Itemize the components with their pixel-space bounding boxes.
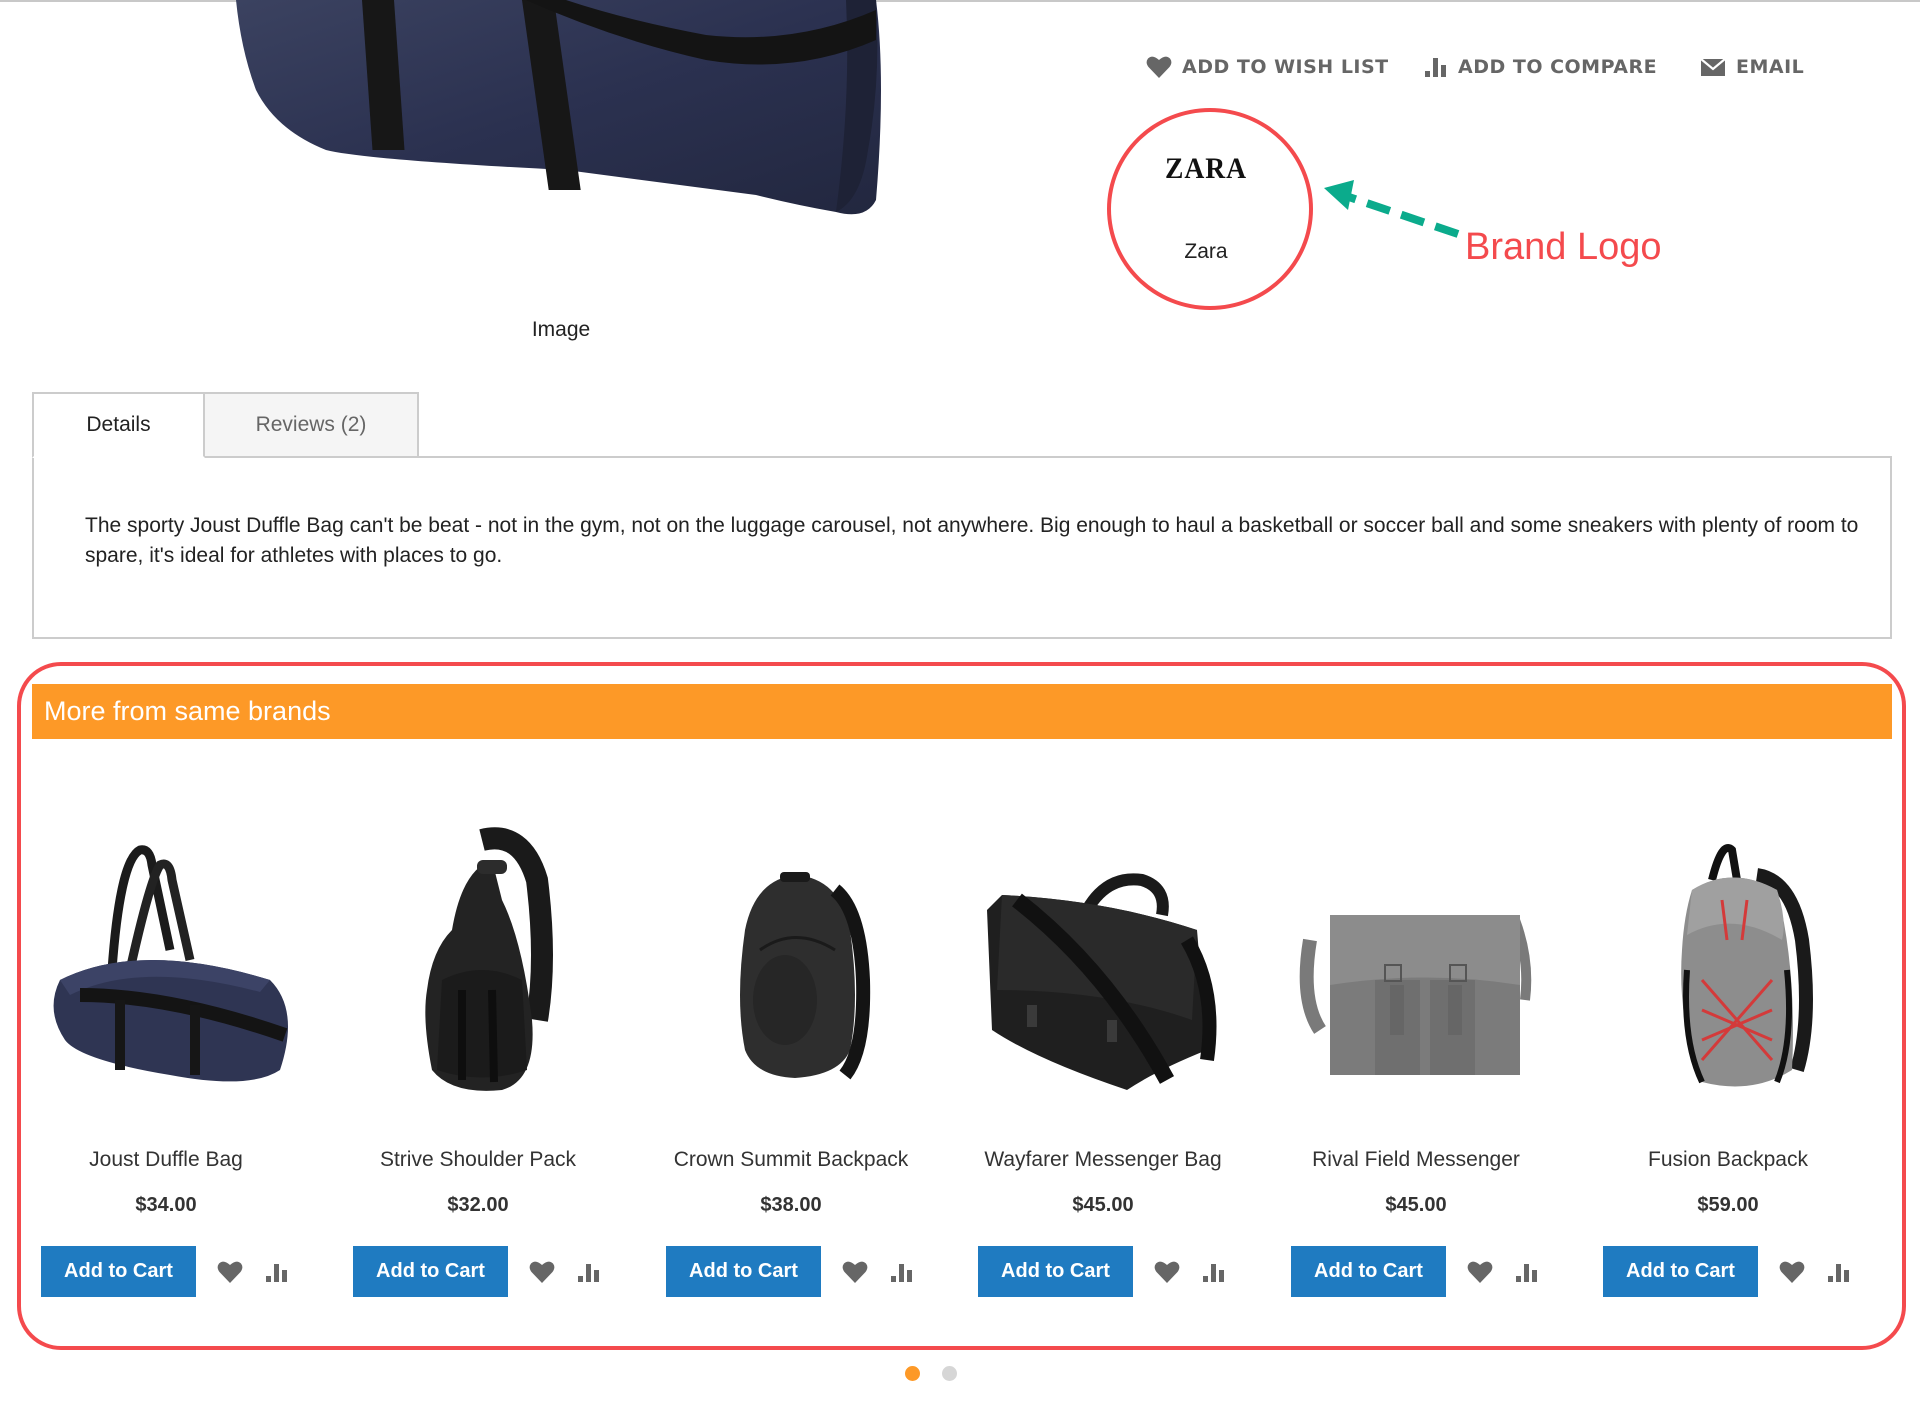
compare-icon[interactable] (1201, 1260, 1227, 1284)
fusion-backpack-image[interactable] (1582, 820, 1874, 1110)
compare-icon[interactable] (264, 1260, 290, 1284)
add-to-cart-button[interactable]: Add to Cart (1603, 1246, 1758, 1297)
product-card: Fusion Backpack $59.00 Add to Cart (1572, 820, 1884, 1310)
carousel-dot-1[interactable] (905, 1366, 920, 1381)
product-card: Wayfarer Messenger Bag $45.00 Add to Car… (947, 820, 1259, 1310)
product-card: Rival Field Messenger $45.00 Add to Cart (1260, 820, 1572, 1310)
product-name[interactable]: Wayfarer Messenger Bag (947, 1148, 1259, 1172)
add-to-wishlist-label: ADD TO WISH LIST (1182, 56, 1389, 78)
bar-chart-icon (1425, 58, 1446, 77)
brand-products-title: More from same brands (32, 684, 1892, 739)
email-label: EMAIL (1736, 56, 1805, 78)
add-to-cart-button[interactable]: Add to Cart (1291, 1246, 1446, 1297)
product-info-tabs: Details Reviews (2) (32, 392, 419, 458)
product-price: $34.00 (135, 1194, 197, 1216)
tab-details[interactable]: Details (32, 392, 205, 458)
wishlist-heart-icon[interactable] (1467, 1260, 1493, 1284)
wishlist-heart-icon[interactable] (842, 1260, 868, 1284)
carousel-pagination (905, 1366, 957, 1381)
product-name[interactable]: Fusion Backpack (1572, 1148, 1884, 1172)
messenger-bag-image[interactable] (957, 820, 1249, 1110)
product-name[interactable]: Joust Duffle Bag (10, 1148, 322, 1172)
brand-logo[interactable]: ZARA (1114, 152, 1298, 186)
brand-name[interactable]: Zara (1106, 240, 1306, 264)
add-to-compare-label: ADD TO COMPARE (1458, 56, 1658, 78)
product-name[interactable]: Strive Shoulder Pack (322, 1148, 634, 1172)
main-product-image[interactable] (236, 0, 886, 225)
product-price: $45.00 (1385, 1194, 1447, 1216)
wishlist-heart-icon[interactable] (217, 1260, 243, 1284)
backpack-image[interactable] (645, 820, 937, 1110)
product-price: $38.00 (760, 1194, 822, 1216)
brand-logo-highlight-circle (1107, 108, 1313, 310)
carousel-dot-2[interactable] (942, 1366, 957, 1381)
add-to-cart-button[interactable]: Add to Cart (41, 1246, 196, 1297)
wishlist-heart-icon[interactable] (529, 1260, 555, 1284)
product-card: Strive Shoulder Pack $32.00 Add to Cart (322, 820, 634, 1310)
envelope-icon (1700, 58, 1726, 76)
product-price: $45.00 (1072, 1194, 1134, 1216)
details-panel: The sporty Joust Duffle Bag can't be bea… (32, 456, 1892, 639)
field-messenger-image[interactable] (1270, 820, 1562, 1110)
product-description: The sporty Joust Duffle Bag can't be bea… (85, 514, 1859, 567)
heart-icon (1146, 56, 1172, 78)
compare-icon[interactable] (576, 1260, 602, 1284)
product-actions: ADD TO WISH LIST ADD TO COMPARE EMAIL (1146, 52, 1804, 82)
product-name[interactable]: Rival Field Messenger (1260, 1148, 1572, 1172)
compare-icon[interactable] (1826, 1260, 1852, 1284)
product-card: Crown Summit Backpack $38.00 Add to Cart (635, 820, 947, 1310)
wishlist-heart-icon[interactable] (1154, 1260, 1180, 1284)
product-price: $32.00 (447, 1194, 509, 1216)
image-caption: Image (531, 318, 591, 341)
add-to-wishlist-link[interactable]: ADD TO WISH LIST (1146, 55, 1424, 79)
tab-reviews[interactable]: Reviews (2) (203, 392, 419, 458)
add-to-compare-link[interactable]: ADD TO COMPARE (1424, 56, 1700, 78)
wishlist-heart-icon[interactable] (1779, 1260, 1805, 1284)
product-name[interactable]: Crown Summit Backpack (635, 1148, 947, 1172)
annotation-arrow-icon (1324, 180, 1460, 238)
duffle-bag-image[interactable] (20, 820, 312, 1110)
sling-pack-image[interactable] (332, 820, 624, 1110)
brand-logo-annotation: Brand Logo (1465, 226, 1662, 268)
add-to-cart-button[interactable]: Add to Cart (353, 1246, 508, 1297)
product-card: Joust Duffle Bag $34.00 Add to Cart (10, 820, 322, 1310)
compare-icon[interactable] (889, 1260, 915, 1284)
product-price: $59.00 (1697, 1194, 1759, 1216)
compare-icon[interactable] (1514, 1260, 1540, 1284)
email-link[interactable]: EMAIL (1700, 56, 1804, 78)
add-to-cart-button[interactable]: Add to Cart (666, 1246, 821, 1297)
add-to-cart-button[interactable]: Add to Cart (978, 1246, 1133, 1297)
